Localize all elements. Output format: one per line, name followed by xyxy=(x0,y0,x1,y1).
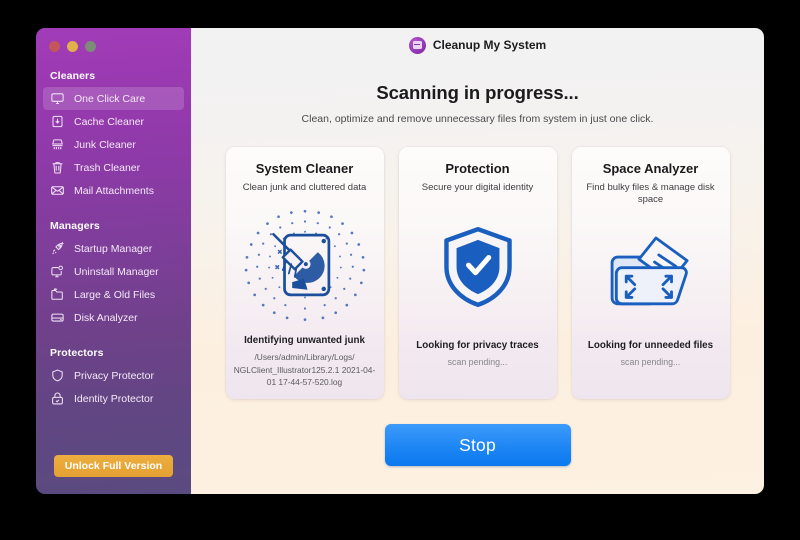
sidebar-item-label: Large & Old Files xyxy=(74,288,156,301)
sidebar-item-label: Identity Protector xyxy=(74,392,154,405)
folder-clock-icon xyxy=(50,287,65,302)
sidebar-item-trash-cleaner[interactable]: Trash Cleaner xyxy=(43,156,184,179)
brush-icon xyxy=(50,137,65,152)
card-subtitle: Find bulky files & manage disk space xyxy=(586,182,715,205)
card-detail-pending: scan pending... xyxy=(620,357,681,368)
envelope-icon xyxy=(50,183,65,198)
cleanup-logo-icon xyxy=(408,36,426,54)
card-status: Identifying unwanted junk xyxy=(244,335,365,347)
card-detail-pending: scan pending... xyxy=(447,357,508,368)
sidebar-section-title-protectors: Protectors xyxy=(50,347,104,359)
sidebar-item-label: Mail Attachments xyxy=(74,184,154,197)
sidebar-item-label: Startup Manager xyxy=(74,242,153,255)
sidebar-item-one-click-care[interactable]: One Click Care xyxy=(43,87,184,110)
unlock-full-version-button[interactable]: Unlock Full Version xyxy=(54,455,173,477)
sidebar-item-label: Uninstall Manager xyxy=(74,265,159,278)
monitor-icon xyxy=(50,91,65,106)
card-status: Looking for privacy traces xyxy=(416,340,539,352)
hard-drive-icon xyxy=(50,310,65,325)
close-button[interactable] xyxy=(49,41,60,52)
sidebar-item-identity-protector[interactable]: Identity Protector xyxy=(43,387,184,410)
card-footer: Looking for unneeded files scan pending.… xyxy=(580,340,722,388)
unlock-full-version-container: Unlock Full Version xyxy=(36,455,191,477)
rocket-icon xyxy=(50,241,65,256)
shield-icon xyxy=(50,368,65,383)
sidebar-item-cache-cleaner[interactable]: Cache Cleaner xyxy=(43,110,184,133)
sidebar: Cleaners One Click Care Cache Cleaner Ju… xyxy=(36,28,191,494)
sidebar-item-mail-attachments[interactable]: Mail Attachments xyxy=(43,179,184,202)
app-window: Cleaners One Click Care Cache Cleaner Ju… xyxy=(36,28,764,494)
card-subtitle: Secure your digital identity xyxy=(421,182,534,193)
stop-button[interactable]: Stop xyxy=(384,424,571,466)
monitor-gear-icon xyxy=(50,264,65,279)
card-footer: Looking for privacy traces scan pending.… xyxy=(407,340,549,388)
card-subtitle: Clean junk and cluttered data xyxy=(242,182,367,193)
main-content: Cleanup My System Scanning in progress..… xyxy=(191,28,764,494)
sidebar-item-uninstall-manager[interactable]: Uninstall Manager xyxy=(43,260,184,283)
sidebar-section-title-cleaners: Cleaners xyxy=(50,70,96,82)
sidebar-item-label: Cache Cleaner xyxy=(74,115,145,128)
cache-box-icon xyxy=(50,114,65,129)
card-title: Protection xyxy=(445,161,510,176)
zoom-button[interactable] xyxy=(85,41,96,52)
app-titlebar: Cleanup My System xyxy=(408,30,547,60)
folder-expand-icon xyxy=(580,206,722,341)
sidebar-item-privacy-protector[interactable]: Privacy Protector xyxy=(43,364,184,387)
card-space-analyzer[interactable]: Space Analyzer Find bulky files & manage… xyxy=(571,147,730,399)
shield-check-icon xyxy=(407,194,549,340)
card-system-cleaner[interactable]: System Cleaner Clean junk and cluttered … xyxy=(225,147,384,399)
trash-can-icon xyxy=(50,160,65,175)
lock-icon xyxy=(50,391,65,406)
app-title: Cleanup My System xyxy=(432,38,547,52)
sidebar-item-junk-cleaner[interactable]: Junk Cleaner xyxy=(43,133,184,156)
card-protection[interactable]: Protection Secure your digital identity … xyxy=(398,147,557,399)
sidebar-item-disk-analyzer[interactable]: Disk Analyzer xyxy=(43,306,184,329)
card-detail-path: /Users/admin/Library/Logs/ NGLClient_Ill… xyxy=(233,352,376,387)
sidebar-item-label: Trash Cleaner xyxy=(74,161,141,174)
sidebar-item-label: Privacy Protector xyxy=(74,369,154,382)
scan-cards: System Cleaner Clean junk and cluttered … xyxy=(225,147,730,399)
window-traffic-lights xyxy=(36,28,191,52)
page-title: Scanning in progress... xyxy=(376,82,579,103)
minimize-button[interactable] xyxy=(67,41,78,52)
sidebar-item-label: Disk Analyzer xyxy=(74,311,138,324)
card-title: Space Analyzer xyxy=(602,161,699,176)
sidebar-item-label: Junk Cleaner xyxy=(74,138,136,151)
sidebar-item-large-old-files[interactable]: Large & Old Files xyxy=(43,283,184,306)
card-footer: Identifying unwanted junk /Users/admin/L… xyxy=(234,335,376,388)
desktop-backdrop: Cleaners One Click Care Cache Cleaner Ju… xyxy=(0,0,800,540)
sidebar-item-startup-manager[interactable]: Startup Manager xyxy=(43,237,184,260)
sidebar-item-label: One Click Care xyxy=(74,92,146,105)
card-title: System Cleaner xyxy=(255,161,354,176)
disk-broom-scan-icon xyxy=(234,194,376,336)
sidebar-section-title-managers: Managers xyxy=(50,220,100,232)
card-status: Looking for unneeded files xyxy=(587,340,714,352)
page-subtitle: Clean, optimize and remove unnecessary f… xyxy=(301,113,654,125)
